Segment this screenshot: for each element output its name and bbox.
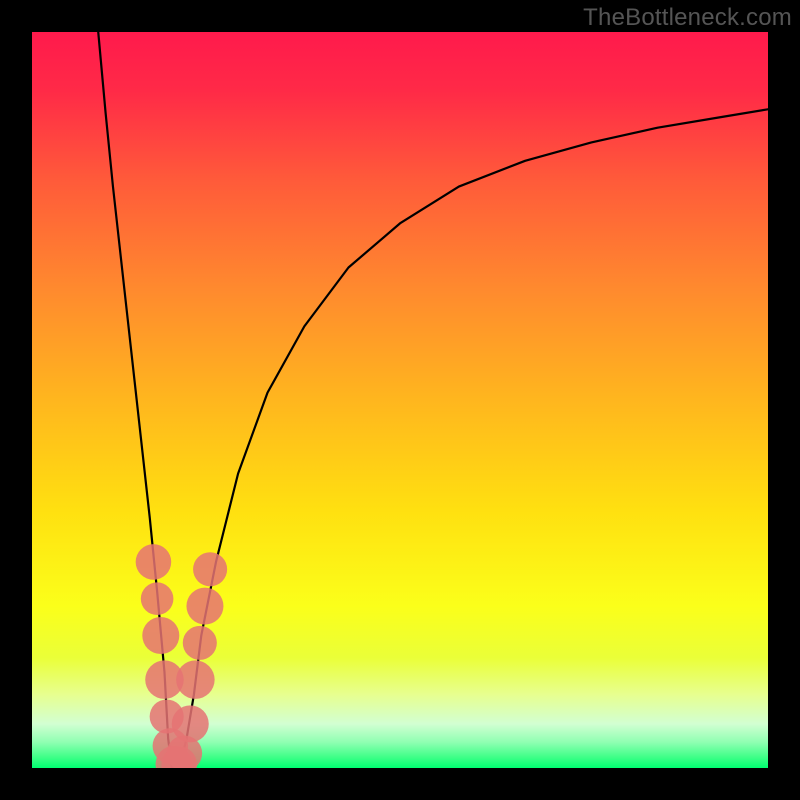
marker-dot — [186, 588, 223, 625]
marker-dot — [176, 660, 215, 699]
marker-dot — [172, 705, 209, 742]
marker-dot — [183, 626, 217, 660]
marker-dot — [142, 617, 179, 654]
marker-dot — [136, 544, 172, 580]
chart-frame: TheBottleneck.com — [0, 0, 800, 800]
gradient-background — [32, 32, 768, 768]
marker-dot — [141, 582, 174, 615]
watermark-text: TheBottleneck.com — [583, 4, 792, 32]
marker-dot — [193, 552, 227, 586]
plot-area — [32, 32, 768, 768]
chart-svg — [32, 32, 768, 768]
